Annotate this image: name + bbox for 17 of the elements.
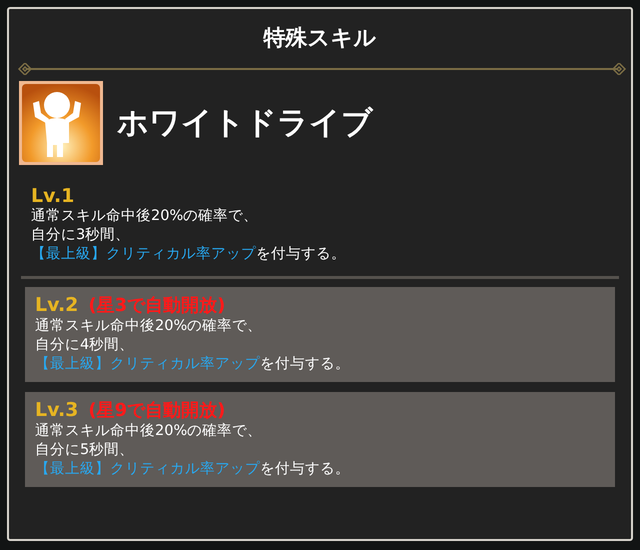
skill-name: ホワイトドライブ	[117, 104, 373, 143]
description-line: 【最上級】クリティカル率アップを付与する。	[31, 245, 347, 264]
dialog-title: 特殊スキル	[264, 25, 376, 53]
flexing-figure-icon	[19, 81, 103, 165]
unlock-condition: (星3で自動開放)	[88, 294, 226, 317]
level-label: Lv.3	[35, 399, 78, 421]
level-label: Lv.2	[35, 294, 78, 316]
description-line: 【最上級】クリティカル率アップを付与する。	[35, 355, 351, 374]
description-line: 通常スキル命中後20%の確率で、	[31, 207, 260, 226]
description-line: 通常スキル命中後20%の確率で、	[35, 422, 264, 441]
description-line: 自分に4秒間、	[35, 336, 136, 355]
unlock-condition: (星9で自動開放)	[88, 399, 226, 422]
description-line: 自分に3秒間、	[31, 226, 132, 245]
description-line: 通常スキル命中後20%の確率で、	[35, 317, 264, 336]
description-line: 【最上級】クリティカル率アップを付与する。	[35, 460, 351, 479]
level-label: Lv.1	[31, 185, 74, 207]
description-line: 自分に5秒間、	[35, 441, 136, 460]
